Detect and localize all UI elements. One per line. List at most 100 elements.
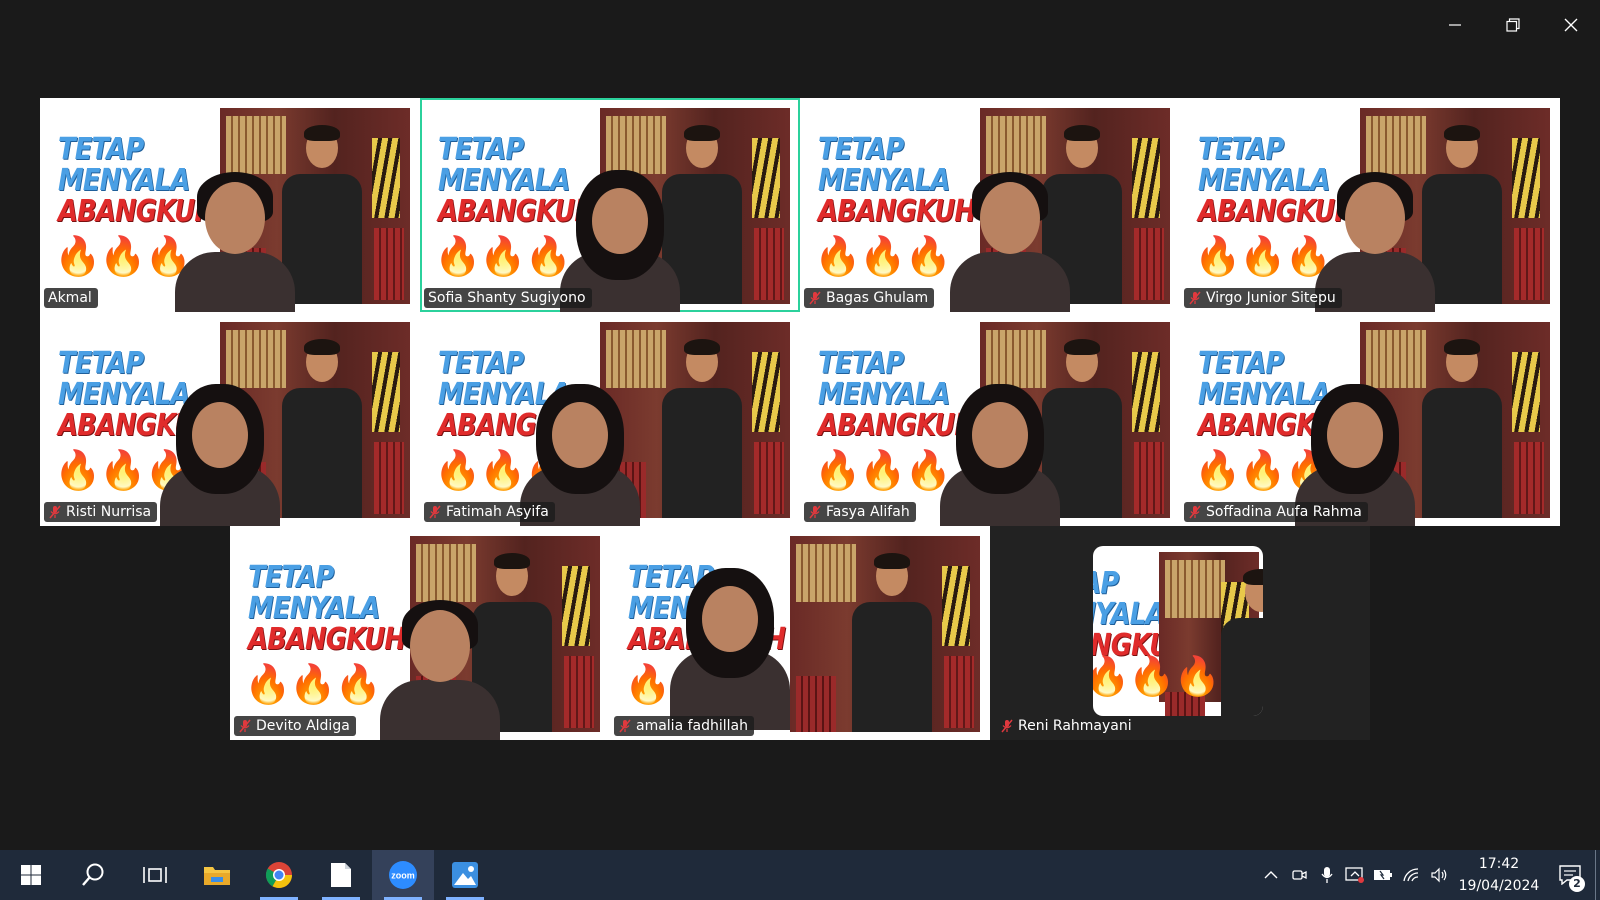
- poster-line-1: TETAP: [58, 132, 144, 167]
- chrome-button[interactable]: [248, 850, 310, 900]
- screen-share-icon: [1345, 867, 1364, 883]
- participant-name-tag: Fasya Alifah: [804, 502, 916, 522]
- background-person: [1221, 569, 1263, 716]
- meet-now-button[interactable]: [1285, 850, 1313, 900]
- participant-tile[interactable]: TETAP MENYALA ABANGKUH 🔥🔥🔥 Reni Rahmayan…: [990, 526, 1370, 740]
- muted-microphone-icon: [809, 291, 821, 305]
- wifi-icon: [1403, 868, 1419, 882]
- participant-name: Reni Rahmayani: [1018, 718, 1132, 734]
- fire-icon: 🔥🔥🔥: [1093, 654, 1221, 698]
- photos-icon: [452, 862, 478, 888]
- restore-button[interactable]: [1484, 0, 1542, 50]
- minimize-button[interactable]: [1426, 0, 1484, 50]
- clock-date: 19/04/2024: [1458, 878, 1540, 894]
- close-button[interactable]: [1542, 0, 1600, 50]
- participant-tile[interactable]: TETAP MENYALA ABANGKUH 🔥🔥🔥 Sofia Shanty …: [420, 98, 800, 312]
- participant-name-tag: Sofia Shanty Sugiyono: [424, 288, 592, 308]
- participant-video: [950, 172, 1070, 312]
- meet-now-icon: [1292, 870, 1307, 880]
- show-desktop-button[interactable]: [1595, 850, 1600, 900]
- participant-name: amalia fadhillah: [636, 718, 748, 734]
- poster-line-1: TETAP: [58, 346, 144, 381]
- notification-center-button[interactable]: 2: [1545, 850, 1595, 900]
- participant-tile[interactable]: TETAP MENYALA ABANGKUH 🔥🔥🔥 Akmal: [40, 98, 420, 312]
- battery-icon: [1374, 870, 1392, 880]
- task-view-button[interactable]: [124, 850, 186, 900]
- participant-tile[interactable]: TETAP MENYALA ABANGKUH 🔥🔥🔥 Fatimah Asyif…: [420, 312, 800, 526]
- screen-share-button[interactable]: [1341, 850, 1369, 900]
- muted-microphone-icon: [1001, 719, 1013, 733]
- poster-line-1: TETAP: [818, 346, 904, 381]
- taskbar: zoom 17:42 19/04/2024 2: [0, 850, 1600, 900]
- muted-microphone-icon: [429, 505, 441, 519]
- notepad-icon: [331, 863, 351, 887]
- muted-microphone-icon: [49, 505, 61, 519]
- show-hidden-icons-button[interactable]: [1257, 850, 1285, 900]
- wifi-button[interactable]: [1397, 850, 1425, 900]
- poster-line-1: TETAP: [248, 560, 334, 595]
- muted-microphone-icon: [619, 719, 631, 733]
- fire-icon: 🔥🔥🔥: [1194, 234, 1332, 278]
- fire-icon: 🔥🔥🔥: [434, 234, 572, 278]
- participant-tile[interactable]: TETAP MENYALA ABANGKUH 🔥🔥🔥 amalia fad: [610, 526, 990, 740]
- file-explorer-button[interactable]: [186, 850, 248, 900]
- participant-video: [160, 384, 280, 526]
- participant-name: Devito Aldiga: [256, 718, 350, 734]
- task-view-icon: [143, 867, 167, 883]
- participant-tile[interactable]: TETAP MENYALA ABANGKUH 🔥🔥🔥 Bagas Ghulam: [800, 98, 1180, 312]
- minimize-icon: [1449, 24, 1461, 26]
- microphone-button[interactable]: [1313, 850, 1341, 900]
- volume-button[interactable]: [1425, 850, 1453, 900]
- participant-name: Akmal: [48, 290, 92, 306]
- muted-microphone-icon: [239, 719, 251, 733]
- poster-line-1: TETAP: [1198, 346, 1284, 381]
- participant-name-tag: Devito Aldiga: [234, 716, 356, 736]
- poster-line-3: ABANGKUH: [818, 194, 976, 229]
- poster-line-1: TETAP: [438, 132, 524, 167]
- start-button[interactable]: [0, 850, 62, 900]
- participant-tile[interactable]: TETAP MENYALA ABANGKUH 🔥🔥🔥 Soffadina Auf…: [1180, 312, 1560, 526]
- poster-line-1: TETAP: [818, 132, 904, 167]
- restore-icon: [1506, 18, 1520, 32]
- clock-time: 17:42: [1478, 856, 1520, 872]
- fire-icon: 🔥🔥🔥: [244, 662, 382, 706]
- participant-name-tag: Soffadina Aufa Rahma: [1184, 502, 1368, 522]
- close-icon: [1564, 18, 1578, 32]
- window-controls: [1426, 0, 1600, 50]
- poster-text: TETAP MENYALA ABANGKUH: [248, 560, 406, 657]
- search-icon: [82, 863, 104, 886]
- photos-button[interactable]: [434, 850, 496, 900]
- participant-tile[interactable]: TETAP MENYALA ABANGKUH 🔥🔥🔥 Virgo Junior …: [1180, 98, 1560, 312]
- participant-name: Sofia Shanty Sugiyono: [428, 290, 586, 306]
- participant-name: Soffadina Aufa Rahma: [1206, 504, 1362, 520]
- zoom-button[interactable]: zoom: [372, 850, 434, 900]
- participant-name: Virgo Junior Sitepu: [1206, 290, 1336, 306]
- participant-name: Bagas Ghulam: [826, 290, 929, 306]
- notepad-button[interactable]: [310, 850, 372, 900]
- participant-video: [175, 172, 295, 312]
- background-person: [852, 553, 932, 732]
- microphone-icon: [1321, 867, 1333, 883]
- participant-tile[interactable]: TETAP MENYALA ABANGKUH 🔥🔥🔥 Risti Nurrisa: [40, 312, 420, 526]
- background-person: [662, 339, 742, 518]
- muted-microphone-icon: [809, 505, 821, 519]
- clock[interactable]: 17:42 19/04/2024: [1453, 853, 1545, 897]
- volume-icon: [1431, 867, 1447, 883]
- chevron-up-icon: [1264, 871, 1278, 879]
- muted-microphone-icon: [1189, 291, 1201, 305]
- fire-icon: 🔥🔥🔥: [54, 234, 192, 278]
- chrome-icon: [265, 862, 293, 889]
- fire-icon: 🔥🔥🔥: [814, 234, 952, 278]
- windows-start-icon: [21, 865, 41, 885]
- participant-tile[interactable]: TETAP MENYALA ABANGKUH 🔥🔥🔥 Devito Aldiga: [230, 526, 610, 740]
- file-explorer-icon: [204, 867, 230, 885]
- participant-name-tag: Akmal: [44, 288, 98, 308]
- participant-name-tag: Fatimah Asyifa: [424, 502, 555, 522]
- poster-line-3: ABANGKUH: [248, 622, 406, 657]
- system-tray: 17:42 19/04/2024 2: [1257, 850, 1600, 900]
- zoom-label: zoom: [391, 871, 415, 881]
- participant-name-tag: Bagas Ghulam: [804, 288, 935, 308]
- battery-button[interactable]: [1369, 850, 1397, 900]
- participant-tile[interactable]: TETAP MENYALA ABANGKUH 🔥🔥🔥 Fasya Alifah: [800, 312, 1180, 526]
- search-button[interactable]: [62, 850, 124, 900]
